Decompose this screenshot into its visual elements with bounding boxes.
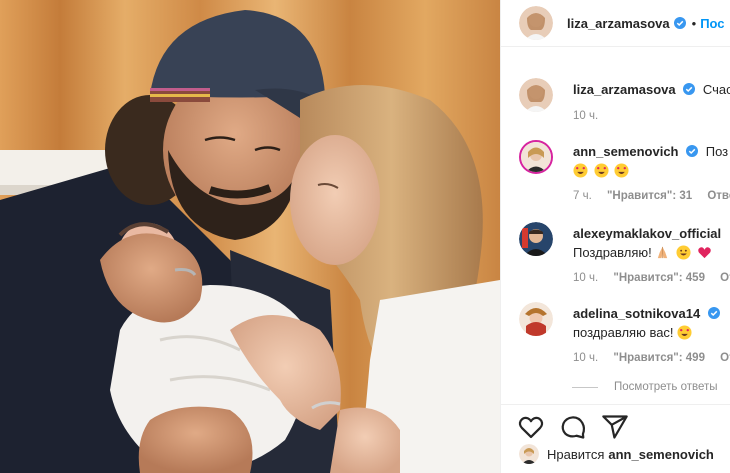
- replies-divider-line: [572, 386, 598, 388]
- like-heart-icon[interactable]: [517, 413, 545, 441]
- comment-text: Поз: [705, 144, 729, 159]
- comment-time: 10 ч.: [573, 272, 599, 284]
- comment-time: 7 ч.: [573, 190, 592, 202]
- comment-likes[interactable]: "Нравится": 31: [607, 190, 692, 202]
- author-avatar[interactable]: [519, 6, 553, 40]
- post-photo-illustration: [0, 0, 500, 473]
- comment-username[interactable]: alexeymaklakov_official: [573, 226, 721, 241]
- comment-avatar[interactable]: [519, 302, 553, 336]
- view-replies-label: Посмотреть ответы: [614, 381, 718, 393]
- red-heart-emoji-icon: [697, 247, 711, 259]
- follow-button[interactable]: Пос: [700, 16, 724, 31]
- comment-avatar[interactable]: [519, 222, 553, 256]
- reply-button[interactable]: От: [720, 272, 730, 284]
- verified-badge-icon: [683, 83, 696, 95]
- comment-avatar[interactable]: [519, 78, 553, 112]
- comment-avatar[interactable]: [519, 140, 553, 174]
- comment-text: поздравляю вас!: [573, 325, 674, 340]
- liker-avatar[interactable]: [519, 444, 539, 464]
- praying-hands-emoji-icon: [658, 246, 668, 259]
- liked-by-prefix: Нравится: [547, 446, 605, 462]
- liked-by-line[interactable]: Нравится ann_semenovich: [519, 444, 714, 464]
- heart-eyes-emoji-icon: [594, 163, 609, 178]
- heart-eyes-emoji-icon: [614, 163, 629, 178]
- comment-time: 10 ч.: [573, 352, 599, 364]
- comment-username[interactable]: liza_arzamasova: [573, 82, 676, 97]
- comment-username[interactable]: ann_semenovich: [573, 144, 679, 159]
- comment-item: adelina_sotnikova14 поздравляю вас! 10 ч…: [519, 302, 730, 367]
- verified-badge-icon: [673, 17, 686, 29]
- comment-text: Счас: [702, 82, 730, 97]
- smile-emoji-icon: [676, 245, 691, 260]
- reply-button[interactable]: Отве: [707, 190, 730, 202]
- heart-eyes-emoji-icon: [573, 163, 588, 178]
- verified-badge-icon: [686, 145, 699, 157]
- caption-comment: liza_arzamasova Счас 10 ч.: [519, 78, 730, 125]
- comment-likes[interactable]: "Нравится": 499: [613, 352, 705, 364]
- post-side-panel: liza_arzamasova • Пос liza_arzamasova Сч…: [500, 0, 730, 473]
- heart-eyes-emoji-icon: [677, 325, 692, 340]
- comment-likes[interactable]: "Нравится": 459: [613, 272, 705, 284]
- verified-badge-icon: [707, 307, 720, 319]
- liked-by-user[interactable]: ann_semenovich: [608, 447, 714, 462]
- comment-time: 10 ч.: [573, 110, 599, 122]
- post-header: liza_arzamasova • Пос: [501, 0, 730, 47]
- comment-text: Поздравляю!: [573, 245, 652, 260]
- share-icon[interactable]: [601, 413, 629, 441]
- comment-icon[interactable]: [559, 413, 587, 441]
- post-photo[interactable]: [0, 0, 500, 473]
- reply-button[interactable]: От: [720, 352, 730, 364]
- author-username[interactable]: liza_arzamasova: [567, 16, 670, 31]
- comment-item: ann_semenovich Поз 7 ч. "Нравится": 31 О…: [519, 140, 730, 205]
- comment-item: alexeymaklakov_official Поздравляю! 10 ч…: [519, 222, 730, 287]
- header-separator: •: [691, 15, 697, 31]
- comment-username[interactable]: adelina_sotnikova14: [573, 306, 700, 321]
- view-replies-button[interactable]: Посмотреть ответы: [572, 381, 718, 393]
